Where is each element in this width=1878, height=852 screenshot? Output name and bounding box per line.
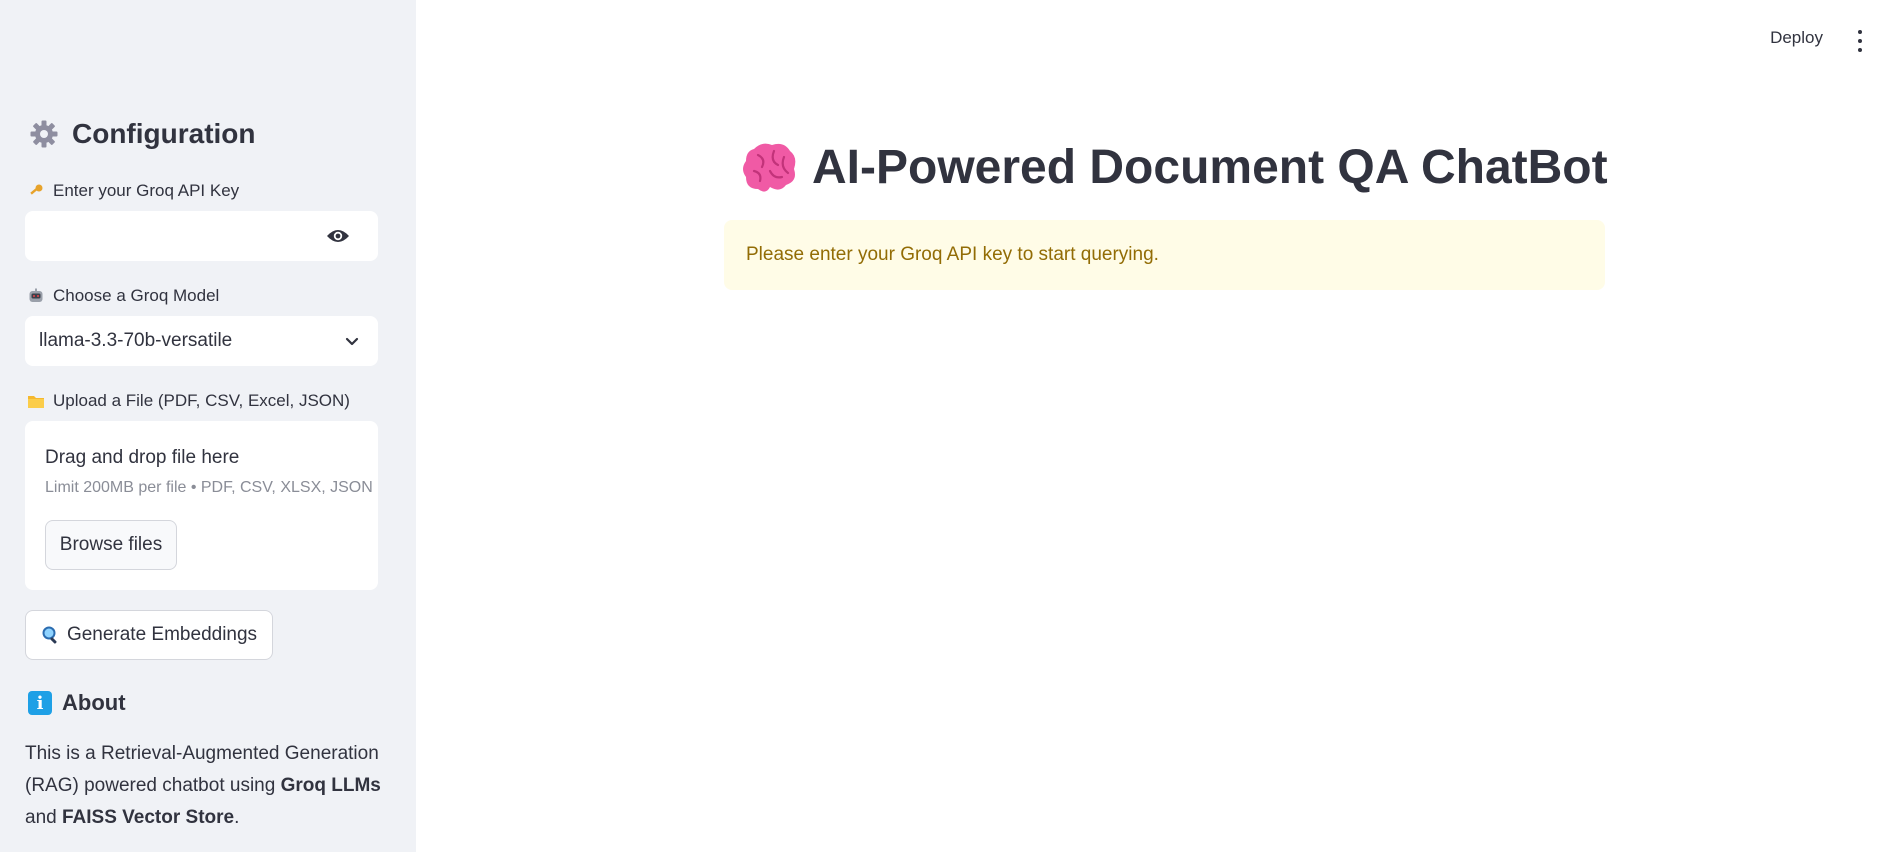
gear-icon <box>28 118 60 150</box>
api-key-label: Enter your Groq API Key <box>27 181 239 201</box>
file-dropzone[interactable]: Drag and drop file here Limit 200MB per … <box>25 421 378 590</box>
model-select-value: llama-3.3-70b-versatile <box>39 330 233 351</box>
sidebar-title: Configuration <box>28 118 256 150</box>
api-key-input[interactable] <box>25 211 378 261</box>
sidebar-title-text: Configuration <box>72 118 256 149</box>
info-icon: i <box>28 691 52 715</box>
about-heading: i About <box>28 690 126 716</box>
chevron-down-icon <box>344 333 360 349</box>
about-text: This is a Retrieval-Augmented Generation… <box>25 743 381 828</box>
generate-embeddings-label: Generate Embeddings <box>66 624 258 645</box>
browse-files-button[interactable]: Browse files <box>45 520 177 570</box>
magnifier-icon <box>41 626 59 644</box>
folder-icon <box>27 392 45 410</box>
eye-icon[interactable] <box>326 226 350 246</box>
model-label: Choose a Groq Model <box>27 286 219 306</box>
main-area: Deploy <box>416 0 1878 852</box>
page-title: AI-Powered Document QA ChatBot <box>740 140 1608 195</box>
dropzone-limit: Limit 200MB per file • PDF, CSV, XLSX, J… <box>45 479 373 496</box>
key-icon <box>27 182 45 200</box>
generate-embeddings-button[interactable]: Generate Embeddings <box>25 610 273 660</box>
dropzone-title: Drag and drop file here <box>45 447 240 468</box>
sidebar: Configuration Enter your Groq API Key Ch… <box>0 0 416 852</box>
page-title-text: AI-Powered Document QA ChatBot <box>812 141 1608 194</box>
upload-label: Upload a File (PDF, CSV, Excel, JSON) <box>27 391 350 411</box>
model-select[interactable]: llama-3.3-70b-versatile <box>25 316 378 366</box>
warning-text: Please enter your Groq API key to start … <box>746 244 1159 265</box>
vertical-dots-icon[interactable] <box>1856 30 1864 52</box>
robot-icon <box>27 287 45 305</box>
deploy-button[interactable]: Deploy <box>1770 28 1823 48</box>
api-key-warning: Please enter your Groq API key to start … <box>724 220 1605 290</box>
brain-icon <box>740 141 798 195</box>
